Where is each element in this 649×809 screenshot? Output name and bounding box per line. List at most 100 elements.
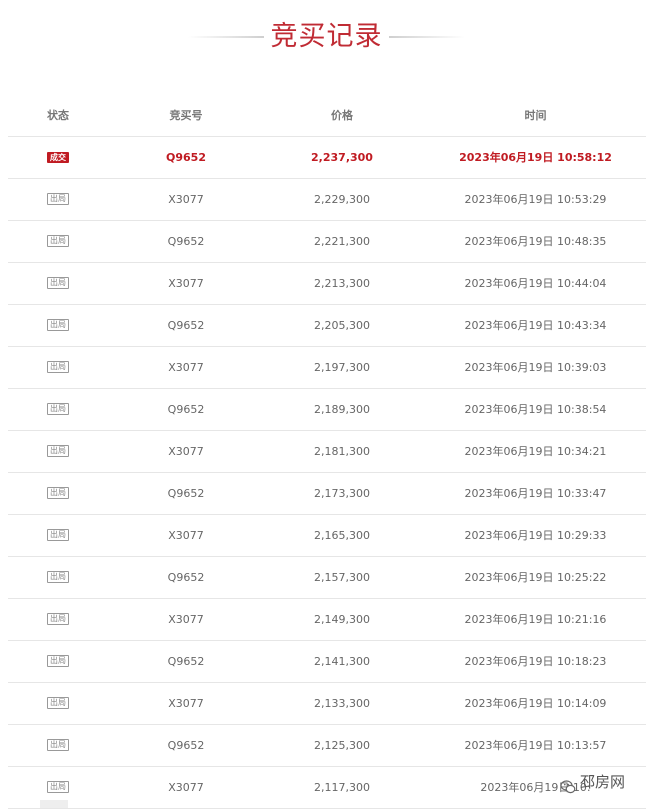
table-row: 成交 Q9652 2,237,300 2023年06月19日 10:58:12: [8, 137, 646, 179]
table-row: 出局 X3077 2,213,300 2023年06月19日 10:44:04: [8, 263, 646, 305]
bid-number: Q9652: [167, 235, 205, 248]
bid-number: Q9652: [167, 655, 205, 668]
bid-number: X3077: [168, 529, 204, 542]
table-row: 出局 Q9652 2,189,300 2023年06月19日 10:38:54: [8, 389, 646, 431]
bid-number: X3077: [168, 781, 204, 794]
col-header-time: 时间: [524, 109, 547, 122]
price: 2,197,300: [314, 361, 370, 374]
status-cell: 出局: [38, 473, 78, 514]
status-cell: 出局: [38, 305, 78, 346]
status-badge: 出局: [47, 319, 69, 331]
price: 2,165,300: [314, 529, 370, 542]
status-cell: 出局: [38, 179, 78, 220]
status-cell: 出局: [38, 263, 78, 304]
table-row: 出局 Q9652 2,173,300 2023年06月19日 10:33:47: [8, 473, 646, 515]
status-badge: 出局: [47, 529, 69, 541]
bid-records-table: 状态 竞买号 价格 时间 成交 Q9652 2,237,300 2023年06月19日…: [8, 95, 646, 809]
bid-time: 2023年06月19日 10:43:34: [464, 319, 607, 332]
bid-number: Q9652: [167, 319, 205, 332]
price: 2,221,300: [314, 235, 370, 248]
status-cell: 出局: [38, 641, 78, 682]
status-badge: 出局: [47, 697, 69, 709]
price: 2,141,300: [314, 655, 370, 668]
price: 2,213,300: [314, 277, 370, 290]
status-cell: 出局: [38, 221, 78, 262]
bid-time: 2023年06月19日 10:44:04: [464, 277, 607, 290]
status-cell: 出局: [38, 725, 78, 766]
bid-time: 2023年06月19日 10:58:12: [459, 151, 612, 164]
price: 2,157,300: [314, 571, 370, 584]
status-badge: 出局: [47, 487, 69, 499]
page-title: 竞买记录: [270, 21, 383, 52]
status-badge: 出局: [47, 193, 69, 205]
status-cell: 出局: [38, 515, 78, 556]
bid-number: X3077: [168, 445, 204, 458]
bid-number: Q9652: [166, 151, 206, 164]
bid-number: X3077: [168, 613, 204, 626]
table-row: 出局 X3077 2,229,300 2023年06月19日 10:53:29: [8, 179, 646, 221]
bid-number: Q9652: [167, 739, 205, 752]
price: 2,189,300: [314, 403, 370, 416]
table-row: 出局 X3077 2,165,300 2023年06月19日 10:29:33: [8, 515, 646, 557]
status-cell: 出局: [38, 347, 78, 388]
status-cell: 出局: [38, 431, 78, 472]
table-row: 出局 X3077 2,117,300 2023年06月19日 10:: [8, 767, 646, 809]
status-badge: 成交: [47, 151, 69, 163]
table-row: 出局 X3077 2,133,300 2023年06月19日 10:14:09: [8, 683, 646, 725]
bid-time: 2023年06月19日 10:53:29: [464, 193, 607, 206]
status-badge: 出局: [47, 655, 69, 667]
table-row: 出局 Q9652 2,157,300 2023年06月19日 10:25:22: [8, 557, 646, 599]
title-bar: 竞买记录: [0, 0, 649, 70]
status-cell: 出局: [38, 599, 78, 640]
status-badge: 出局: [47, 571, 69, 583]
table-body: 成交 Q9652 2,237,300 2023年06月19日 10:58:12 出局 X3…: [8, 137, 646, 809]
status-badge: 出局: [47, 361, 69, 373]
corner-mark: [40, 800, 68, 808]
bid-number: Q9652: [167, 571, 205, 584]
bid-time: 2023年06月19日 10:21:16: [464, 613, 607, 626]
watermark-text: 邳房网: [580, 773, 626, 791]
table-row: 出局 Q9652 2,125,300 2023年06月19日 10:13:57: [8, 725, 646, 767]
status-cell: 出局: [38, 557, 78, 598]
table-row: 出局 X3077 2,181,300 2023年06月19日 10:34:21: [8, 431, 646, 473]
bid-number: X3077: [168, 193, 204, 206]
wechat-icon: [560, 775, 576, 793]
bid-number: X3077: [168, 277, 204, 290]
price: 2,229,300: [314, 193, 370, 206]
status-cell: 出局: [38, 683, 78, 724]
bid-time: 2023年06月19日 10:38:54: [464, 403, 607, 416]
table-row: 出局 Q9652 2,205,300 2023年06月19日 10:43:34: [8, 305, 646, 347]
bid-time: 2023年06月19日 10:14:09: [464, 697, 607, 710]
bid-number: X3077: [168, 361, 204, 374]
bid-number: Q9652: [167, 403, 205, 416]
status-badge: 出局: [47, 403, 69, 415]
price: 2,173,300: [314, 487, 370, 500]
title-divider-left: [188, 36, 264, 38]
table-row: 出局 Q9652 2,141,300 2023年06月19日 10:18:23: [8, 641, 646, 683]
bid-time: 2023年06月19日 10:29:33: [464, 529, 607, 542]
status-badge: 出局: [47, 613, 69, 625]
price: 2,149,300: [314, 613, 370, 626]
watermark: 邳房网: [560, 767, 649, 797]
bid-time: 2023年06月19日 10:48:35: [464, 235, 607, 248]
table-row: 出局 X3077 2,149,300 2023年06月19日 10:21:16: [8, 599, 646, 641]
price: 2,133,300: [314, 697, 370, 710]
status-cell: 成交: [38, 137, 78, 178]
title-divider-right: [389, 36, 465, 38]
price: 2,237,300: [311, 151, 373, 164]
bid-number: Q9652: [167, 487, 205, 500]
status-badge: 出局: [47, 235, 69, 247]
status-badge: 出局: [47, 445, 69, 457]
price: 2,125,300: [314, 739, 370, 752]
status-cell: 出局: [38, 389, 78, 430]
bid-time: 2023年06月19日 10:13:57: [464, 739, 607, 752]
bid-time: 2023年06月19日 10:33:47: [464, 487, 607, 500]
bid-time: 2023年06月19日 10:34:21: [464, 445, 607, 458]
status-badge: 出局: [47, 739, 69, 751]
col-header-price: 价格: [331, 109, 353, 122]
col-header-status: 状态: [47, 109, 69, 122]
bid-time: 2023年06月19日 10:25:22: [464, 571, 607, 584]
bid-number: X3077: [168, 697, 204, 710]
table-row: 出局 X3077 2,197,300 2023年06月19日 10:39:03: [8, 347, 646, 389]
status-badge: 出局: [47, 781, 69, 793]
